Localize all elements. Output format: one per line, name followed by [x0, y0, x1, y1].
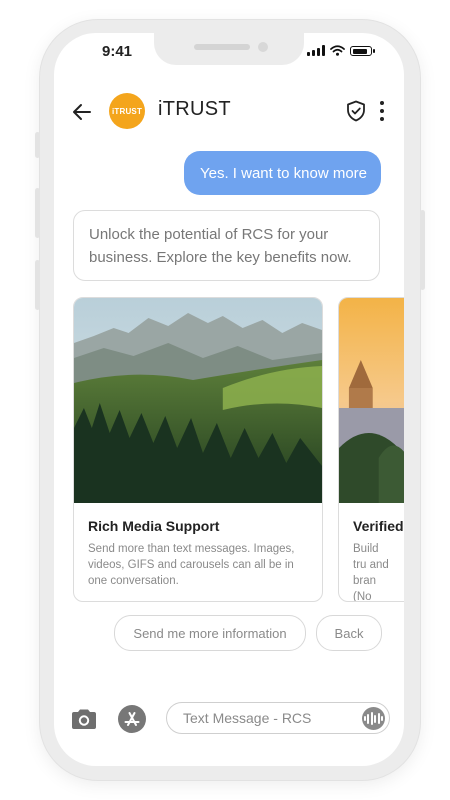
- rich-card-verified[interactable]: Verified Build tru and bran (No shor: [338, 297, 404, 602]
- front-camera: [258, 42, 268, 52]
- rich-card-rich-media[interactable]: Rich Media Support Send more than text m…: [73, 297, 323, 602]
- mute-switch: [35, 132, 40, 158]
- outgoing-message: Yes. I want to know more: [183, 151, 381, 195]
- message-input[interactable]: Text Message - RCS: [166, 702, 390, 734]
- power-button: [420, 210, 425, 290]
- volume-down-button: [35, 260, 40, 310]
- verified-shield-icon[interactable]: [346, 100, 366, 122]
- message-input-placeholder: Text Message - RCS: [183, 710, 312, 726]
- back-arrow-icon[interactable]: [70, 100, 94, 124]
- suggested-replies: Send me more information Back: [54, 615, 404, 651]
- wifi-icon: [330, 45, 345, 56]
- brand-logo[interactable]: iTRUST: [109, 93, 145, 129]
- back-chip[interactable]: Back: [316, 615, 382, 651]
- mountain-forest-image: [74, 298, 322, 503]
- speaker: [194, 44, 250, 50]
- card-description: Build tru and bran (No shor: [353, 543, 389, 602]
- camera-icon[interactable]: [70, 708, 98, 730]
- more-options-icon[interactable]: [380, 101, 384, 121]
- incoming-message: Unlock the potential of RCS for your bus…: [73, 210, 380, 281]
- rich-card-carousel[interactable]: Rich Media Support Send more than text m…: [73, 297, 404, 602]
- send-more-info-chip[interactable]: Send me more information: [114, 615, 306, 651]
- status-time: 9:41: [102, 43, 133, 60]
- city-sunset-image: [339, 298, 404, 503]
- chat-header: iTRUST iTRUST: [54, 88, 404, 138]
- card-title: Verified: [353, 518, 404, 534]
- volume-up-button: [35, 188, 40, 238]
- brand-name[interactable]: iTRUST: [158, 98, 231, 121]
- card-title: Rich Media Support: [88, 518, 220, 534]
- notch: [154, 33, 304, 65]
- app-store-icon[interactable]: [118, 705, 146, 733]
- signal-icon: [307, 45, 325, 56]
- phone-screen: 9:41 iTRUST iTRUST Yes. I want to know m…: [54, 33, 404, 766]
- card-description: Send more than text messages. Images, vi…: [88, 543, 295, 587]
- message-composer: Text Message - RCS: [54, 701, 404, 741]
- battery-icon: [350, 46, 375, 56]
- status-icons: [307, 45, 375, 56]
- voice-input-icon[interactable]: [362, 707, 385, 730]
